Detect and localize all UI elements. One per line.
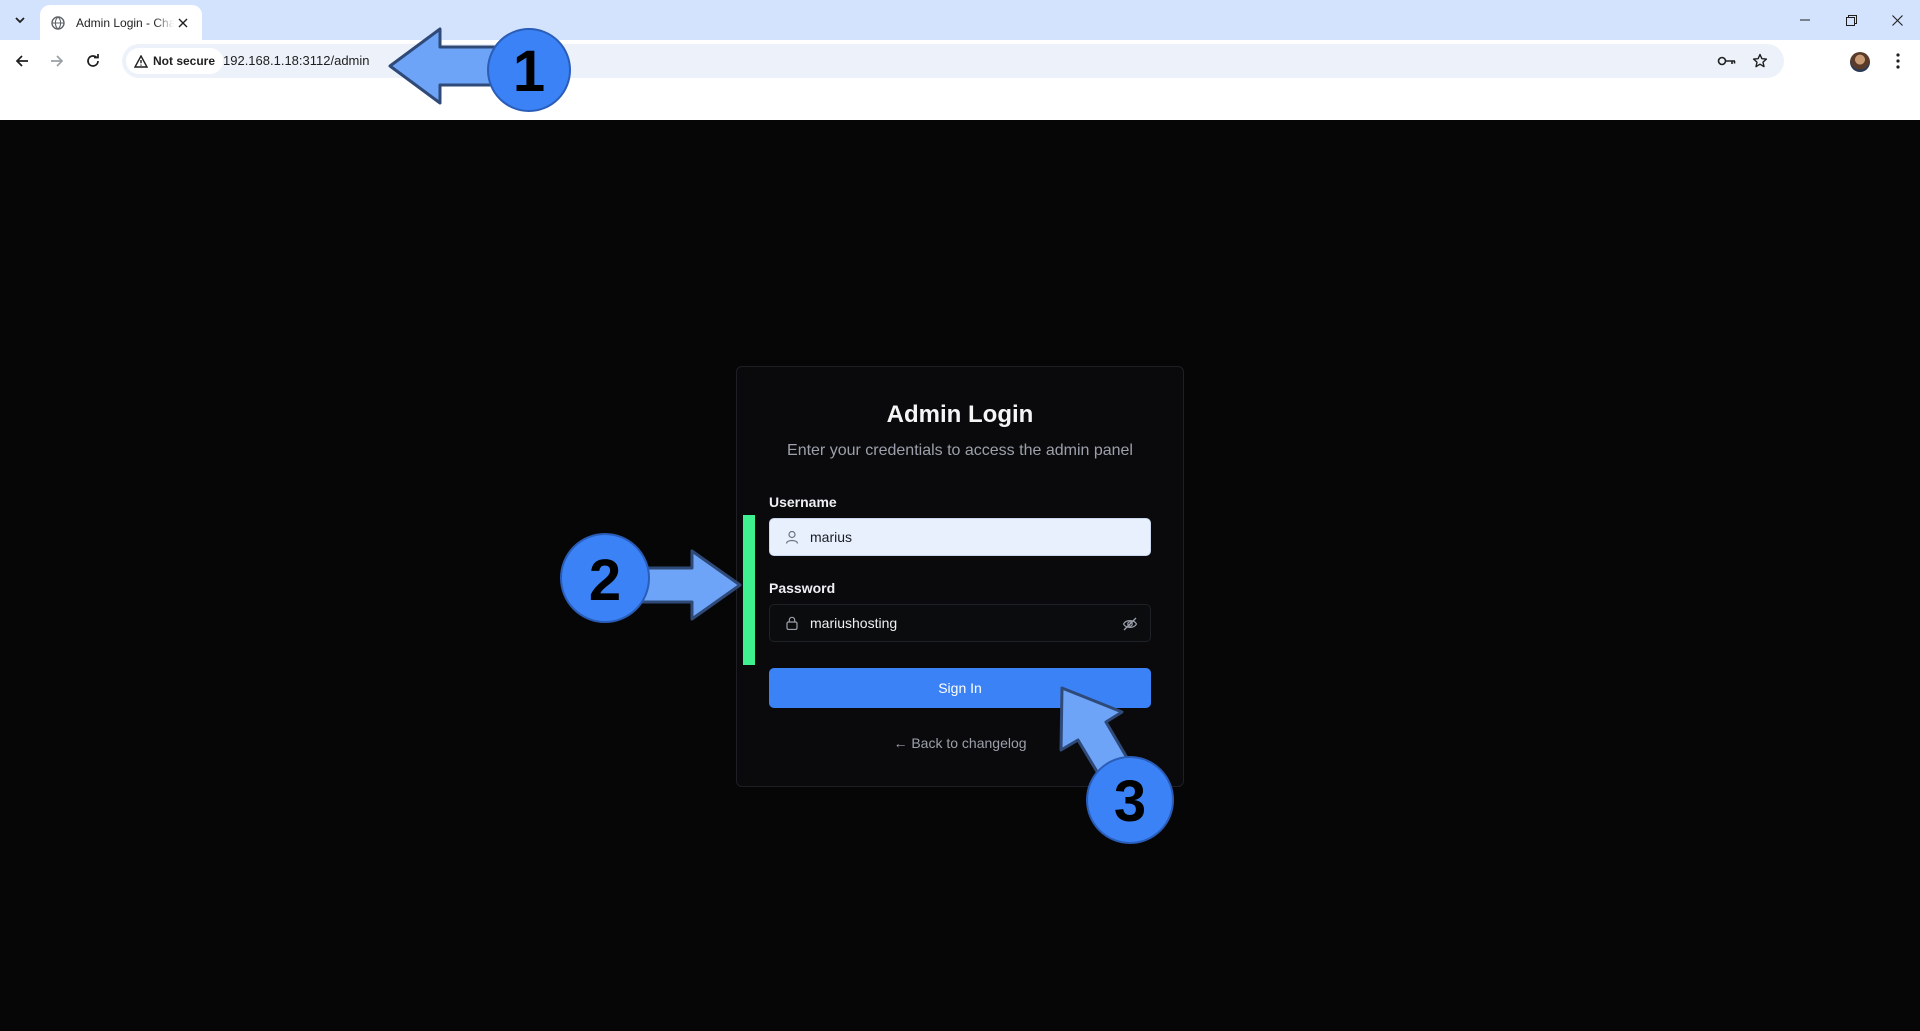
close-icon[interactable] <box>174 14 192 32</box>
back-icon <box>15 55 28 67</box>
username-label: Username <box>769 494 837 510</box>
password-key-icon[interactable] <box>1715 49 1739 73</box>
minimize-button[interactable] <box>1782 0 1828 40</box>
restore-icon <box>1845 14 1857 26</box>
username-value: marius <box>810 529 853 545</box>
star-icon[interactable] <box>1748 49 1772 73</box>
close-window-icon <box>1891 14 1903 26</box>
eye-off-icon[interactable] <box>1120 614 1140 634</box>
password-value: mariushosting <box>810 615 898 631</box>
tab-search-icon <box>15 17 25 24</box>
browser-tab[interactable]: Admin Login - Changelog <box>40 5 202 40</box>
user-icon <box>784 529 800 545</box>
restore-button[interactable] <box>1828 0 1874 40</box>
browser-toolbar: Not secure 192.168.1.18:3112/admin <box>0 40 1920 82</box>
not-secure-label: Not secure <box>153 54 216 68</box>
login-card: Admin Login Enter your credentials to ac… <box>736 366 1184 787</box>
page-subtitle: Enter your credentials to access the adm… <box>787 442 1133 459</box>
warning-icon <box>134 54 148 68</box>
badge-2-label: 2 <box>589 548 621 613</box>
menu-icon[interactable] <box>1886 48 1910 74</box>
reload-icon <box>87 54 99 67</box>
avatar[interactable] <box>1850 52 1870 72</box>
sign-in-button[interactable]: Sign In <box>769 668 1151 708</box>
badge-2 <box>560 533 650 623</box>
security-chip[interactable]: Not secure <box>126 48 224 74</box>
page-top-strip <box>0 82 1920 120</box>
url-text[interactable]: 192.168.1.18:3112/admin <box>223 44 370 78</box>
address-bar[interactable]: Not secure 192.168.1.18:3112/admin <box>122 44 1784 78</box>
back-button[interactable] <box>6 45 38 77</box>
globe-icon <box>50 15 66 31</box>
minimize-icon <box>1800 19 1810 21</box>
page-title: Admin Login <box>886 401 1034 428</box>
lock-icon <box>784 615 800 631</box>
highlight-bar <box>743 515 755 665</box>
password-label: Password <box>769 580 836 596</box>
close-window-button[interactable] <box>1874 0 1920 40</box>
forward-button[interactable] <box>41 45 73 77</box>
browser-tabbar: Admin Login - Changelog <box>0 0 1920 40</box>
reload-button[interactable] <box>77 45 109 77</box>
password-field[interactable]: mariushosting <box>769 604 1151 642</box>
arrow-2 <box>628 549 742 621</box>
back-to-changelog-link[interactable]: ← Back to changelog <box>737 735 1183 751</box>
tab-search-button[interactable] <box>6 8 34 32</box>
forward-icon <box>51 55 64 67</box>
username-field[interactable]: marius <box>769 518 1151 556</box>
tab-title: Admin Login - Changelog <box>76 15 174 30</box>
